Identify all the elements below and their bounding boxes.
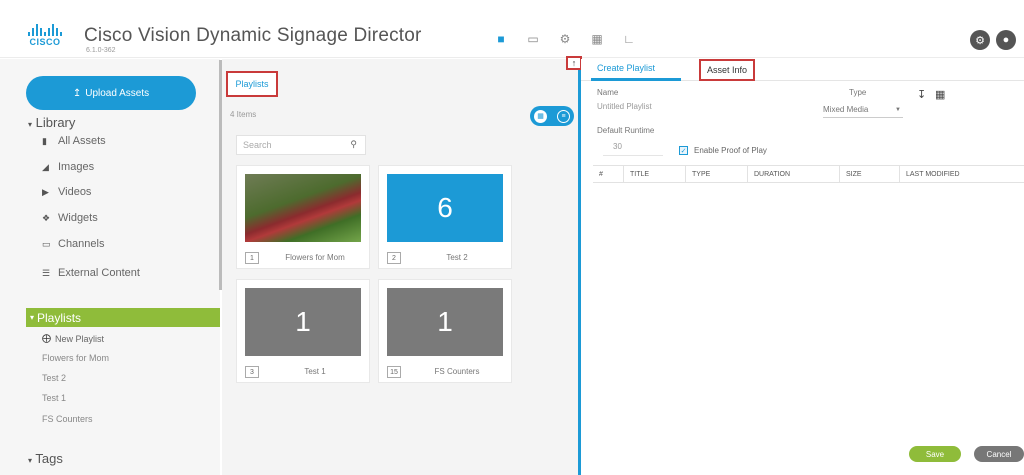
cancel-button[interactable]: Cancel — [974, 446, 1024, 462]
sidebar-item-images[interactable]: ◢ Images — [42, 161, 94, 173]
tab-asset-info[interactable]: Asset Info — [699, 59, 756, 81]
column-header[interactable]: SIZE — [839, 166, 899, 182]
editor-tabs: Create Playlist Asset Info — [581, 59, 1024, 81]
collapse-panel-arrow-icon[interactable]: ↑ — [566, 56, 582, 70]
column-header[interactable]: TITLE — [623, 166, 685, 182]
sidebar-playlist-item[interactable]: Test 1 — [42, 393, 66, 403]
library-heading[interactable]: ▾ Library — [28, 115, 75, 130]
default-runtime-label: Default Runtime — [597, 126, 655, 135]
playlist-table-header: # TITLE TYPE DURATION SIZE LAST MODIFIED — [593, 165, 1024, 183]
gear-icon[interactable]: ⚙ — [558, 32, 572, 46]
playlist-card[interactable]: 1 Flowers for Mom — [236, 165, 370, 269]
file-icon: ▮ — [42, 135, 47, 146]
image-icon: ◢ — [42, 161, 49, 172]
playlist-card[interactable]: 1 15 FS Counters — [378, 279, 512, 383]
chart-icon[interactable]: ∟ — [622, 32, 636, 46]
column-header[interactable]: LAST MODIFIED — [899, 166, 1024, 182]
chevron-down-icon: ▼ — [895, 106, 901, 113]
playlist-card[interactable]: 6 2 Test 2 — [378, 165, 512, 269]
active-tab-indicator — [591, 78, 681, 81]
playlist-thumbnail: 1 — [387, 288, 503, 356]
upload-assets-label: Upload Assets — [85, 87, 150, 99]
proof-of-play-label: Enable Proof of Play — [694, 146, 767, 155]
playlist-thumbnail: 1 — [245, 288, 361, 356]
playlist-index: 2 — [387, 252, 401, 264]
grid-icon[interactable]: ▦ — [590, 32, 604, 46]
channel-icon: ▭ — [42, 238, 51, 249]
sidebar-item-channels[interactable]: ▭ Channels — [42, 238, 104, 250]
view-toggle[interactable]: ▦ ≡ — [530, 106, 574, 126]
playlist-card-name: Flowers for Mom — [285, 253, 345, 262]
playlist-index: 3 — [245, 366, 259, 378]
playlist-editor: Create Playlist Asset Info Name Untitled… — [581, 59, 1024, 475]
grid-view-icon[interactable]: ▦ — [534, 109, 547, 123]
caret-down-icon: ▾ — [28, 456, 33, 465]
sidebar-playlist-item[interactable]: Flowers for Mom — [42, 353, 109, 363]
user-icon[interactable]: ● — [996, 30, 1016, 50]
save-button[interactable]: Save — [909, 446, 961, 462]
tab-create-playlist[interactable]: Create Playlist — [597, 63, 655, 73]
upload-icon: ↥ — [72, 87, 82, 99]
sidebar-item-widgets[interactable]: ❖ Widgets — [42, 212, 98, 224]
app-version: 6.1.0-362 — [86, 47, 116, 54]
playlist-thumbnail: 6 — [387, 174, 503, 242]
type-label: Type — [849, 88, 867, 97]
sidebar: ↥ Upload Assets ▾ Library ▮ All Assets ◢… — [0, 59, 220, 475]
sidebar-item-all-assets[interactable]: ▮ All Assets — [42, 135, 106, 147]
items-count: 4 Items — [230, 110, 257, 119]
playlist-index: 1 — [245, 252, 259, 264]
playlists-panel-title: Playlists — [226, 71, 278, 97]
sidebar-playlists-section[interactable]: ▾ Playlists — [26, 308, 220, 327]
header-actions: ⚙ ● — [970, 30, 1016, 50]
playlist-name-field[interactable]: Untitled Playlist — [597, 102, 797, 116]
caret-down-icon: ▾ — [30, 313, 35, 322]
playlist-thumbnail — [245, 174, 361, 242]
settings-icon[interactable]: ⚙ — [970, 30, 990, 50]
app-window: CISCO Cisco Vision Dynamic Signage Direc… — [0, 0, 1024, 475]
playlist-card[interactable]: 1 3 Test 1 — [236, 279, 370, 383]
type-select[interactable]: Mixed Media ▼ — [823, 102, 903, 118]
caret-down-icon: ▾ — [28, 120, 33, 129]
upload-assets-button[interactable]: ↥ Upload Assets — [26, 76, 196, 110]
widget-icon: ❖ — [42, 212, 51, 223]
search-icon: ⚲ — [350, 139, 357, 149]
column-header[interactable]: DURATION — [747, 166, 839, 182]
list-view-icon[interactable]: ≡ — [557, 109, 570, 123]
playlist-card-name: FS Counters — [434, 367, 480, 376]
folder-icon[interactable]: ■ — [494, 32, 508, 46]
sidebar-item-external-content[interactable]: ☰ External Content — [42, 267, 140, 279]
column-header[interactable]: # — [593, 166, 623, 182]
grid-icon[interactable]: ▦ — [935, 88, 945, 101]
default-runtime-field[interactable]: 30 — [603, 142, 663, 156]
playlist-card-name: Test 1 — [304, 367, 326, 376]
download-icon[interactable]: ↧ — [917, 88, 926, 101]
column-header[interactable]: TYPE — [685, 166, 747, 182]
playlist-card-name: Test 2 — [446, 253, 468, 262]
sidebar-playlist-item[interactable]: FS Counters — [42, 414, 93, 424]
name-label: Name — [597, 88, 619, 97]
plus-circle-icon: ⨁ — [42, 333, 51, 343]
playlist-index: 15 — [387, 366, 401, 378]
top-header: CISCO Cisco Vision Dynamic Signage Direc… — [0, 8, 1024, 58]
main-nav: ■ ▭ ⚙ ▦ ∟ — [494, 32, 636, 46]
sidebar-item-videos[interactable]: ▶ Videos — [42, 186, 91, 198]
display-icon[interactable]: ▭ — [526, 32, 540, 46]
search-input[interactable]: Search ⚲ — [236, 135, 366, 155]
new-playlist-link[interactable]: ⨁ New Playlist — [42, 333, 104, 344]
tags-heading[interactable]: ▾ Tags — [28, 451, 63, 466]
video-icon: ▶ — [42, 186, 49, 197]
app-title: Cisco Vision Dynamic Signage Director — [84, 25, 422, 46]
cisco-logo: CISCO — [26, 24, 64, 48]
sidebar-playlist-item[interactable]: Test 2 — [42, 373, 66, 383]
external-icon: ☰ — [42, 267, 51, 278]
playlists-panel: Playlists 4 Items ▦ ≡ Search ⚲ 1 Flowers… — [222, 59, 580, 475]
proof-of-play-toggle[interactable]: ✓ Enable Proof of Play — [679, 146, 767, 155]
checkbox-icon[interactable]: ✓ — [679, 146, 688, 155]
